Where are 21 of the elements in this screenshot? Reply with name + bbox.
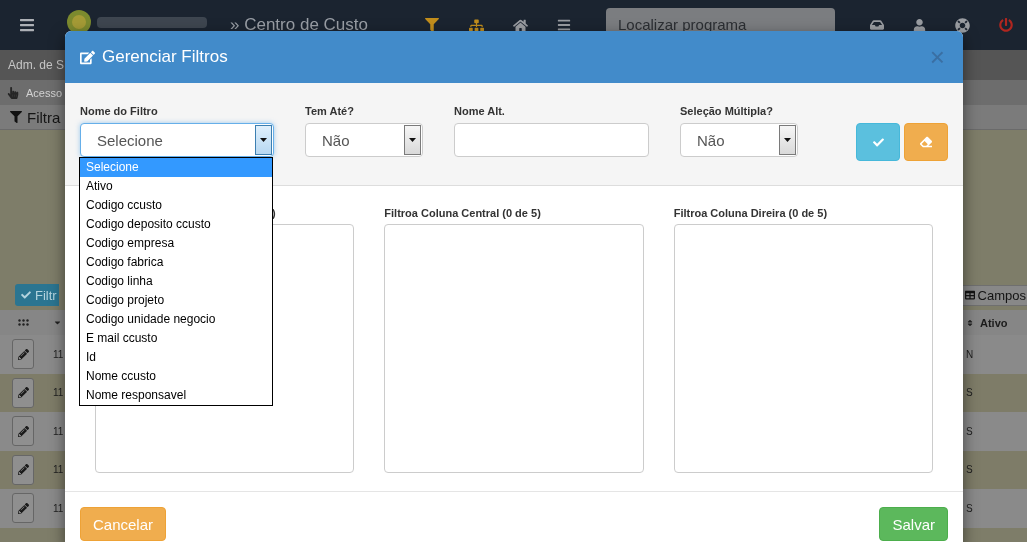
table-cell: 11 xyxy=(53,502,64,514)
column-label: Filtroa Coluna Central (0 de 5) xyxy=(384,206,541,220)
table-cell: S xyxy=(966,387,973,399)
field-label: Nome Alt. xyxy=(454,104,506,118)
access-label: Acesso xyxy=(26,86,63,99)
table-cell: 11 xyxy=(53,387,64,399)
field-label: Seleção Múltipla? xyxy=(680,104,774,118)
modal-title: Gerenciar Filtros xyxy=(102,47,228,67)
table-cell: 11 xyxy=(53,348,64,360)
field-label: Tem Até? xyxy=(305,104,355,118)
panel-title: Filtra xyxy=(27,108,61,126)
table-cell: 11 xyxy=(53,464,64,476)
column-label: Filtroa Coluna Direira (0 de 5) xyxy=(673,206,828,220)
section-title: Adm. de S xyxy=(8,58,65,72)
table-cell: N xyxy=(966,348,974,360)
table-cell: S xyxy=(966,464,973,476)
breadcrumb-text: » Centro de Custo xyxy=(230,15,369,35)
table-cell: S xyxy=(966,502,973,514)
table-cell: S xyxy=(966,425,973,437)
field-label: Nome do Filtro xyxy=(80,104,159,118)
table-cell: 11 xyxy=(53,425,64,437)
